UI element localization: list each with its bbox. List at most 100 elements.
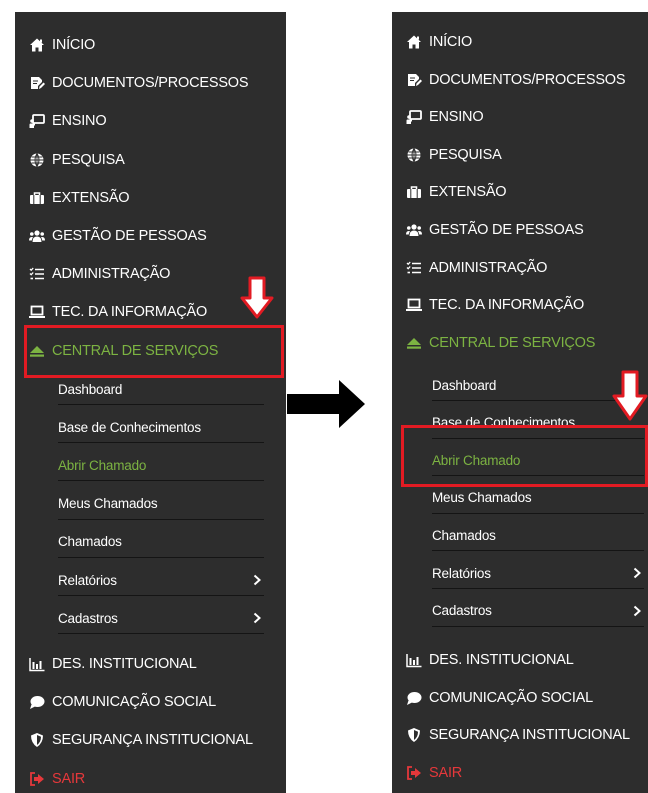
menu-item-label: DES. INSTITUCIONAL	[52, 656, 197, 672]
submenu-item-meus[interactable]: Meus Chamados	[58, 489, 264, 519]
menu-item-label: DOCUMENTOS/PROCESSOS	[429, 71, 626, 88]
submenu-item-label: Dashboard	[58, 381, 123, 397]
sign-out-icon	[28, 770, 46, 788]
laptop-icon	[405, 296, 423, 314]
shield-icon	[28, 731, 46, 749]
menu-item-label: SEGURANÇA INSTITUCIONAL	[52, 732, 253, 749]
submenu-item-label: Meus Chamados	[58, 496, 158, 512]
sidebar-menu-after: INÍCIO DOCUMENTOS/PROCESSOS ENSINO PESQUISA…	[392, 12, 648, 793]
menu-item-label: SAIR	[52, 770, 86, 787]
submenu-item-relatorios[interactable]: Relatórios	[58, 565, 264, 595]
chevron-right-icon	[632, 605, 642, 617]
submenu-divider	[432, 512, 644, 514]
eject-icon	[405, 334, 423, 352]
menu-item-tec[interactable]: TEC. DA INFORMAÇÃO	[392, 290, 648, 320]
globe-icon	[405, 146, 423, 164]
menu-item-label: INÍCIO	[429, 34, 473, 50]
menu-item-des[interactable]: DES. INSTITUCIONAL	[392, 645, 648, 675]
briefcase-icon	[28, 189, 46, 207]
submenu-divider	[58, 556, 264, 558]
menu-item-label: SEGURANÇA INSTITUCIONAL	[429, 727, 630, 744]
menu-item-comunicacao[interactable]: COMUNICAÇÃO SOCIAL	[15, 687, 286, 717]
menu-item-des[interactable]: DES. INSTITUCIONAL	[15, 649, 286, 679]
chat-bubble-icon	[405, 689, 423, 707]
menu-item-label: PESQUISA	[52, 151, 125, 168]
menu-item-label: DES. INSTITUCIONAL	[429, 652, 574, 668]
menu-item-inicio[interactable]: INÍCIO	[15, 30, 286, 60]
menu-item-label: CENTRAL DE SERVIÇOS	[429, 334, 596, 351]
submenu-item-cadastros[interactable]: Cadastros	[58, 603, 264, 633]
menu-item-central[interactable]: CENTRAL DE SERVIÇOS	[392, 328, 648, 358]
users-icon	[28, 227, 46, 245]
sign-out-icon	[405, 764, 423, 782]
globe-icon	[28, 151, 46, 169]
menu-item-label: INÍCIO	[52, 37, 96, 53]
submenu-item-label: Chamados	[58, 534, 122, 550]
menu-item-extensao[interactable]: EXTENSÃO	[15, 183, 286, 213]
menu-item-comunicacao[interactable]: COMUNICAÇÃO SOCIAL	[392, 683, 648, 713]
home-icon	[28, 36, 46, 54]
submenu-item-base[interactable]: Base de Conhecimentos	[58, 412, 264, 442]
menu-item-label: EXTENSÃO	[52, 189, 130, 206]
highlight-abrir-chamado	[401, 425, 648, 487]
bar-chart-icon	[28, 655, 46, 673]
submenu-divider	[58, 633, 264, 635]
menu-item-label: DOCUMENTOS/PROCESSOS	[52, 75, 249, 92]
chevron-right-icon	[252, 612, 262, 624]
menu-item-label: ENSINO	[52, 113, 107, 130]
menu-item-gestao[interactable]: GESTÃO DE PESSOAS	[15, 221, 286, 251]
chevron-right-icon	[632, 567, 642, 579]
menu-item-ensino[interactable]: ENSINO	[392, 102, 648, 132]
menu-item-documentos[interactable]: DOCUMENTOS/PROCESSOS	[15, 68, 286, 98]
menu-item-pesquisa[interactable]: PESQUISA	[15, 145, 286, 175]
submenu-item-label: Cadastros	[58, 610, 118, 626]
submenu-item-chamados[interactable]: Chamados	[58, 527, 264, 557]
submenu-item-cadastros[interactable]: Cadastros	[432, 596, 644, 626]
menu-item-seguranca[interactable]: SEGURANÇA INSTITUCIONAL	[15, 725, 286, 755]
document-edit-icon	[28, 74, 46, 92]
submenu-divider	[58, 404, 264, 405]
highlight-central-de-servicos	[24, 325, 284, 378]
red-down-arrow-icon	[240, 276, 274, 319]
list-icon	[405, 259, 423, 277]
submenu-item-label: Abrir Chamado	[58, 457, 147, 473]
menu-item-seguranca[interactable]: SEGURANÇA INSTITUCIONAL	[392, 720, 648, 750]
menu-item-extensao[interactable]: EXTENSÃO	[392, 177, 648, 207]
menu-item-sair[interactable]: SAIR	[15, 764, 286, 793]
menu-item-pesquisa[interactable]: PESQUISA	[392, 140, 648, 170]
chalkboard-icon	[405, 108, 423, 126]
chat-bubble-icon	[28, 693, 46, 711]
list-icon	[28, 265, 46, 283]
sidebar-menu-before: INÍCIO DOCUMENTOS/PROCESSOS ENSINO PESQUISA…	[15, 12, 286, 793]
menu-item-ensino[interactable]: ENSINO	[15, 106, 286, 136]
menu-item-label: ADMINISTRAÇÃO	[52, 266, 171, 283]
menu-item-sair[interactable]: SAIR	[392, 758, 648, 788]
submenu-divider	[432, 550, 644, 552]
submenu-divider	[432, 625, 644, 627]
users-icon	[405, 221, 423, 239]
menu-item-label: TEC. DA INFORMAÇÃO	[52, 304, 208, 321]
submenu-item-label: Meus Chamados	[432, 490, 532, 506]
menu-item-label: GESTÃO DE PESSOAS	[429, 222, 584, 238]
menu-item-administracao[interactable]: ADMINISTRAÇÃO	[392, 253, 648, 283]
laptop-icon	[28, 303, 46, 321]
menu-item-label: EXTENSÃO	[429, 184, 507, 201]
submenu-item-meus[interactable]: Meus Chamados	[432, 483, 644, 513]
bar-chart-icon	[405, 651, 423, 669]
submenu-item-chamados[interactable]: Chamados	[432, 520, 644, 550]
home-icon	[405, 33, 423, 51]
briefcase-icon	[405, 183, 423, 201]
submenu-item-relatorios[interactable]: Relatórios	[432, 558, 644, 588]
menu-item-documentos[interactable]: DOCUMENTOS/PROCESSOS	[392, 65, 648, 95]
document-edit-icon	[405, 71, 423, 89]
submenu-item-label: Relatórios	[432, 565, 491, 581]
submenu-item-label: Relatórios	[58, 572, 117, 588]
submenu-item-label: Cadastros	[432, 603, 492, 619]
menu-item-gestao[interactable]: GESTÃO DE PESSOAS	[392, 215, 648, 245]
menu-item-label: COMUNICAÇÃO SOCIAL	[52, 694, 216, 711]
submenu-item-dashboard[interactable]: Dashboard	[58, 374, 264, 404]
menu-item-label: COMUNICAÇÃO SOCIAL	[429, 689, 593, 706]
menu-item-label: PESQUISA	[429, 146, 502, 163]
menu-item-inicio[interactable]: INÍCIO	[392, 27, 648, 57]
submenu-item-abrir[interactable]: Abrir Chamado	[58, 450, 264, 480]
